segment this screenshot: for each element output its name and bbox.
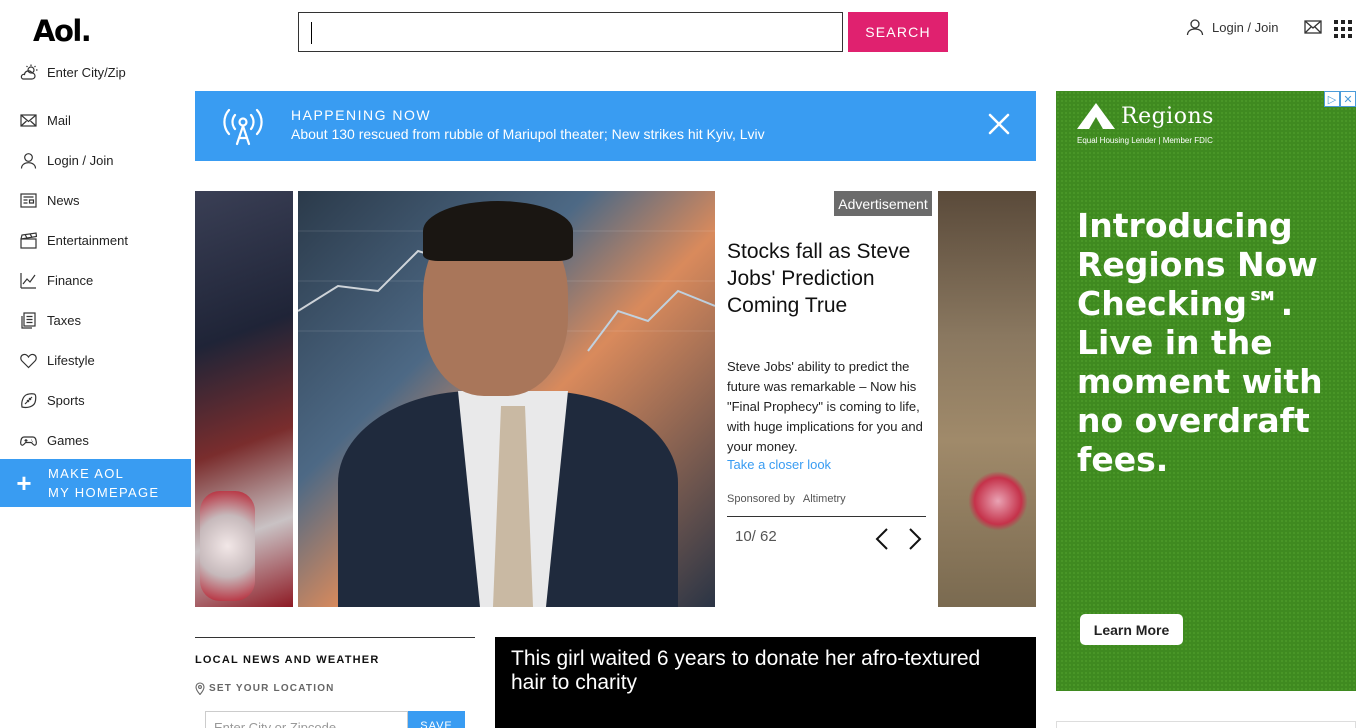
video-player[interactable]: This girl waited 6 years to donate her a…: [495, 637, 1036, 728]
sidebar-item-label: Entertainment: [47, 232, 128, 248]
heart-icon: [20, 353, 37, 368]
aol-logo[interactable]: Aol.: [33, 14, 92, 48]
chart-icon: [20, 272, 36, 289]
search-input[interactable]: [298, 12, 843, 52]
pager-divider: [727, 516, 926, 517]
video-title[interactable]: This girl waited 6 years to donate her a…: [511, 647, 1021, 695]
sidebar-item-label: Sports: [47, 392, 85, 408]
sidebar-item-label: News: [47, 192, 80, 208]
chevron-left-icon[interactable]: [875, 528, 889, 550]
sidebar-item-entertainment[interactable]: Entertainment: [20, 220, 128, 260]
sidebar-item-label: Finance: [47, 272, 94, 288]
search-button[interactable]: SEARCH: [848, 12, 948, 52]
clapperboard-icon: [20, 231, 37, 249]
header-login-link[interactable]: Login / Join: [1186, 18, 1279, 36]
sidebar-item-label: Taxes: [47, 312, 81, 328]
sponsor-name[interactable]: Altimetry: [803, 493, 846, 505]
sidebar-item-label: Lifestyle: [47, 352, 95, 368]
previous-slide-image[interactable]: [195, 191, 293, 607]
weather-label: Enter City/Zip: [47, 65, 126, 80]
header-login-label: Login / Join: [1212, 19, 1279, 35]
gamepad-icon: [20, 435, 37, 446]
newspaper-icon: [20, 192, 37, 208]
make-homepage-button[interactable]: + MAKE AOL MY HOMEPAGE: [0, 459, 191, 507]
sidebar-item-label: Login / Join: [47, 152, 114, 168]
regions-logo: Regions: [1077, 103, 1214, 129]
slide-image[interactable]: [298, 191, 715, 607]
user-icon: [20, 152, 37, 169]
set-location-label: SET YOUR LOCATION: [195, 682, 475, 695]
sidebar-item-label: Mail: [47, 112, 71, 128]
mail-icon[interactable]: [1304, 20, 1322, 34]
ad-close-icon[interactable]: ✕: [1340, 91, 1356, 107]
learn-more-button[interactable]: Learn More: [1080, 614, 1183, 645]
plus-icon: +: [16, 468, 32, 498]
make-homepage-line2: MY HOMEPAGE: [48, 485, 160, 500]
sidebar-item-login[interactable]: Login / Join: [20, 140, 128, 180]
text-caret: [311, 22, 312, 44]
football-icon: [21, 392, 37, 408]
location-pin-icon: [195, 682, 205, 695]
sidebar-item-news[interactable]: News: [20, 180, 128, 220]
local-news-widget: LOCAL NEWS AND WEATHER SET YOUR LOCATION…: [195, 637, 475, 728]
banner-label: HAPPENING NOW: [291, 107, 432, 123]
sidebar-item-sports[interactable]: Sports: [20, 380, 128, 420]
city-zip-input[interactable]: Enter City or Zipcode: [205, 711, 408, 728]
regions-disclaimer: Equal Housing Lender | Member FDIC: [1077, 136, 1213, 145]
sidebar-item-finance[interactable]: Finance: [20, 260, 128, 300]
happening-now-banner[interactable]: HAPPENING NOW About 130 rescued from rub…: [195, 91, 1036, 161]
local-news-title: LOCAL NEWS AND WEATHER: [195, 654, 380, 666]
adchoices-icon[interactable]: ▷: [1324, 91, 1340, 107]
make-homepage-line1: MAKE AOL: [48, 466, 125, 481]
slide-title[interactable]: Stocks fall as Steve Jobs' Prediction Co…: [727, 238, 927, 319]
ad-slot-below: [1056, 721, 1356, 728]
sidebar-item-games[interactable]: Games: [20, 420, 128, 460]
sidebar-item-mail[interactable]: Mail: [20, 100, 128, 140]
apps-grid-icon[interactable]: [1334, 20, 1352, 38]
slide-counter: 10/ 62: [735, 528, 777, 545]
news-carousel: Advertisement Stocks fall as Steve Jobs'…: [195, 191, 1036, 607]
regions-advertisement[interactable]: ▷ ✕ Regions Equal Housing Lender | Member…: [1056, 91, 1356, 691]
slide-link[interactable]: Take a closer look: [727, 457, 831, 472]
chevron-right-icon[interactable]: [908, 528, 922, 550]
sponsored-by: Sponsored by Altimetry: [727, 493, 846, 505]
adchoices-badge[interactable]: ▷ ✕: [1324, 91, 1356, 107]
sidebar-nav: Mail Login / Join News Entertainment Fin…: [20, 100, 128, 460]
advertisement-tag: Advertisement: [834, 191, 932, 216]
broadcast-icon: [223, 108, 263, 146]
mail-icon: [20, 113, 37, 127]
weather-location-link[interactable]: Enter City/Zip: [20, 64, 126, 81]
next-slide-image[interactable]: [938, 191, 1036, 607]
partly-cloudy-icon: [20, 64, 38, 80]
document-icon: [21, 311, 36, 329]
slide-description: Steve Jobs' ability to predict the futur…: [727, 359, 923, 454]
sidebar-item-lifestyle[interactable]: Lifestyle: [20, 340, 128, 380]
ad-headline: Introducing Regions Now Checking℠. Live …: [1077, 206, 1323, 479]
close-icon[interactable]: [988, 113, 1010, 135]
sidebar-item-taxes[interactable]: Taxes: [20, 300, 128, 340]
user-icon: [1186, 19, 1204, 36]
save-location-button[interactable]: SAVE: [408, 711, 465, 728]
regions-pyramid-icon: [1077, 103, 1115, 129]
sidebar-item-label: Games: [47, 432, 89, 448]
sponsored-label: Sponsored by: [727, 493, 795, 505]
banner-headline[interactable]: About 130 rescued from rubble of Mariupo…: [291, 126, 765, 142]
